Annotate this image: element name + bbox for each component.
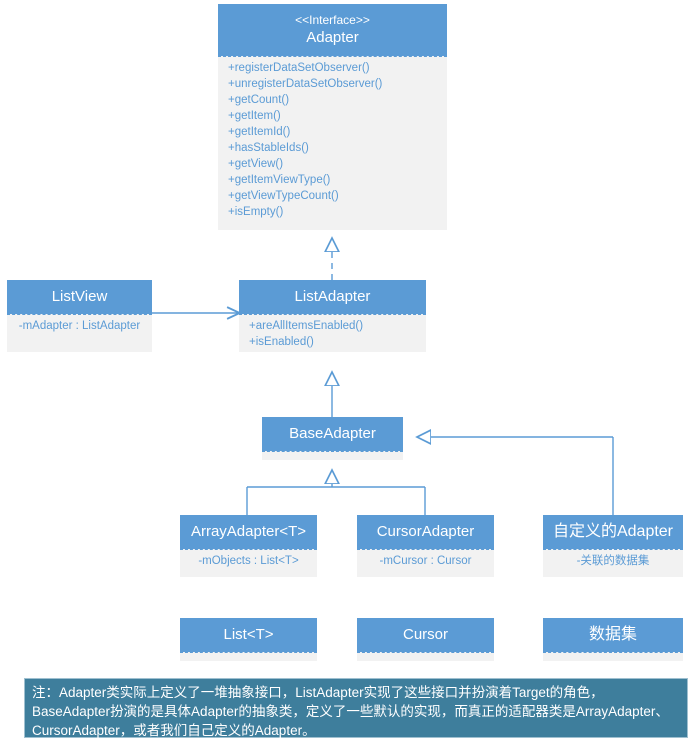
class-member: +unregisterDataSetObserver()	[228, 78, 383, 90]
class-member: -mCursor : Cursor	[379, 555, 472, 567]
class-name-baseadapter: BaseAdapter	[289, 425, 376, 442]
class-members-dataset	[543, 652, 683, 661]
class-name-arrayadapter: ArrayAdapter<T>	[190, 523, 307, 540]
class-member: +registerDataSetObserver()	[228, 62, 370, 74]
class-header-cursor: Cursor	[357, 618, 494, 652]
diagram-canvas: ListAdapter (association, open arrow) --…	[0, 0, 700, 745]
note-box: 注：Adapter类实际上定义了一堆抽象接口，ListAdapter实现了这些接…	[24, 678, 688, 738]
class-box-arrayadapter[interactable]: ArrayAdapter<T> -mObjects : List<T>	[180, 515, 317, 577]
class-box-adapter[interactable]: <<Interface>> Adapter +registerDataSetOb…	[218, 4, 447, 230]
generalization-tree-baseadapter-children	[246, 470, 426, 515]
class-member: +areAllItemsEnabled()	[249, 320, 364, 332]
class-name-adapter: Adapter	[306, 29, 359, 46]
class-header-listadapter: ListAdapter	[239, 280, 426, 314]
generalization-customadapter-to-baseadapter	[417, 437, 614, 515]
class-member: +getItem()	[228, 110, 281, 122]
class-members-list	[180, 652, 317, 661]
class-box-cursoradapter[interactable]: CursorAdapter -mCursor : Cursor	[357, 515, 494, 577]
class-member: +isEmpty()	[228, 206, 284, 218]
class-members-cursoradapter: -mCursor : Cursor	[357, 549, 494, 577]
class-header-listview: ListView	[7, 280, 152, 314]
class-member: +getCount()	[228, 94, 290, 106]
class-member: +getItemId()	[228, 126, 291, 138]
class-name-listadapter: ListAdapter	[294, 288, 371, 305]
class-member: +isEnabled()	[249, 336, 314, 348]
class-header-adapter: <<Interface>> Adapter	[218, 4, 447, 56]
class-member: -关联的数据集	[576, 555, 650, 567]
class-members-listadapter: +areAllItemsEnabled() +isEnabled()	[239, 314, 426, 352]
class-members-baseadapter	[262, 451, 403, 460]
class-members-arrayadapter: -mObjects : List<T>	[180, 549, 317, 577]
class-name-cursor: Cursor	[402, 626, 448, 643]
class-member: +getView()	[228, 158, 284, 170]
class-header-baseadapter: BaseAdapter	[262, 417, 403, 451]
class-name-customadapter: 自定义的Adapter	[552, 523, 674, 540]
stereotype-label: <<Interface>>	[295, 13, 370, 27]
class-box-list[interactable]: List<T>	[180, 618, 317, 661]
class-box-listadapter[interactable]: ListAdapter +areAllItemsEnabled() +isEna…	[239, 280, 426, 352]
class-members-customadapter: -关联的数据集	[543, 549, 683, 577]
class-members-adapter: +registerDataSetObserver() +unregisterDa…	[218, 56, 447, 230]
class-header-list: List<T>	[180, 618, 317, 652]
class-name-listview: ListView	[51, 288, 108, 305]
class-member: +getItemViewType()	[228, 174, 331, 186]
class-name-dataset: 数据集	[588, 626, 637, 643]
class-header-cursoradapter: CursorAdapter	[357, 515, 494, 549]
class-box-customadapter[interactable]: 自定义的Adapter -关联的数据集	[543, 515, 683, 577]
class-header-arrayadapter: ArrayAdapter<T>	[180, 515, 317, 549]
class-box-baseadapter[interactable]: BaseAdapter	[262, 417, 403, 460]
class-box-dataset[interactable]: 数据集	[543, 618, 683, 661]
class-member: -mObjects : List<T>	[198, 555, 299, 567]
class-header-dataset: 数据集	[543, 618, 683, 652]
class-header-customadapter: 自定义的Adapter	[543, 515, 683, 549]
class-box-listview[interactable]: ListView -mAdapter : ListAdapter	[7, 280, 152, 352]
class-member: +hasStableIds()	[228, 142, 309, 154]
class-member: +getViewTypeCount()	[228, 190, 339, 202]
class-members-listview: -mAdapter : ListAdapter	[7, 314, 152, 352]
class-member: -mAdapter : ListAdapter	[18, 320, 141, 332]
class-members-cursor	[357, 652, 494, 661]
class-name-list: List<T>	[223, 626, 274, 643]
class-name-cursoradapter: CursorAdapter	[376, 523, 475, 540]
class-box-cursor[interactable]: Cursor	[357, 618, 494, 661]
